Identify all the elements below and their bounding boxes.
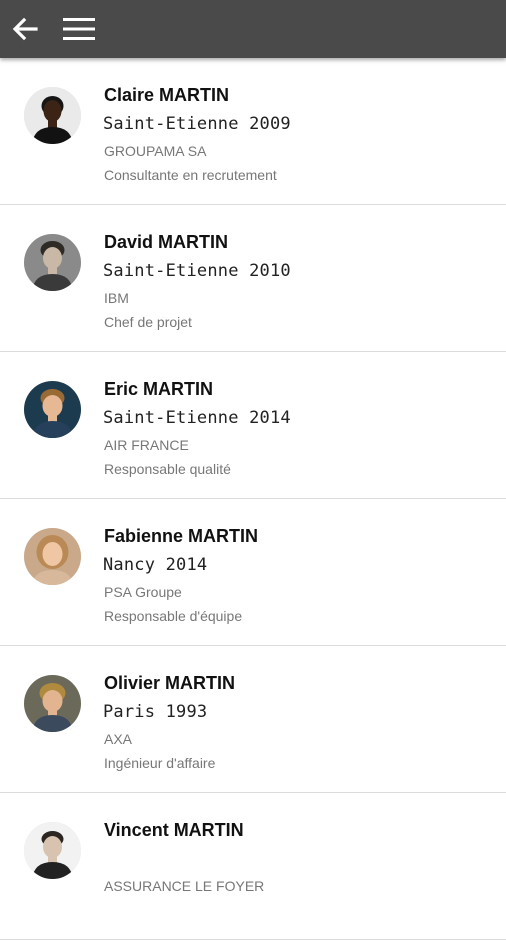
contact-school-year: Nancy 2014 [103,555,208,575]
contact-company: AIR FRANCE [104,437,189,453]
contact-school-year: Saint-Etienne 2009 [103,114,291,134]
contact-school-year: Saint-Etienne 2014 [103,408,291,428]
contact-job-title: Responsable qualité [104,461,231,477]
avatar [24,675,81,732]
avatar [24,234,81,291]
contact-job-title: Chef de projet [104,314,192,330]
contact-company: GROUPAMA SA [104,143,207,159]
contact-name: David MARTIN [104,232,229,252]
contact-name: Eric MARTIN [104,379,214,399]
menu-button[interactable] [60,12,98,46]
hamburger-menu-icon [63,18,95,40]
contact-job-title: Ingénieur d'affaire [104,755,216,771]
arrow-left-icon [12,17,38,41]
back-button[interactable] [8,12,42,46]
contact-job-title: Responsable d'équipe [104,608,243,624]
list-item[interactable]: Claire MARTIN Saint-Etienne 2009 GROUPAM… [0,58,506,205]
contact-name: Vincent MARTIN [104,820,244,840]
list-item[interactable]: Olivier MARTIN Paris 1993 AXA Ingénieur … [0,646,506,793]
app-bar [0,0,506,58]
contact-school-year: Paris 1993 [103,702,208,722]
contact-name: Claire MARTIN [104,85,230,105]
avatar [24,528,81,585]
avatar [24,822,81,879]
contact-company: ASSURANCE LE FOYER [104,878,265,894]
avatar [24,87,81,144]
avatar [24,381,81,438]
list-item[interactable]: Eric MARTIN Saint-Etienne 2014 AIR FRANC… [0,352,506,499]
contact-company: IBM [104,290,129,306]
list-item[interactable]: Fabienne MARTIN Nancy 2014 PSA Groupe Re… [0,499,506,646]
contact-name: Olivier MARTIN [104,673,236,693]
contact-company: AXA [104,731,133,747]
contact-name: Fabienne MARTIN [104,526,259,546]
list-item[interactable]: Vincent MARTIN ASSURANCE LE FOYER [0,793,506,940]
contact-list: Claire MARTIN Saint-Etienne 2009 GROUPAM… [0,58,506,940]
list-item[interactable]: David MARTIN Saint-Etienne 2010 IBM Chef… [0,205,506,352]
contact-job-title: Consultante en recrutement [104,167,277,183]
contact-school-year: Saint-Etienne 2010 [103,261,291,281]
contact-company: PSA Groupe [104,584,182,600]
